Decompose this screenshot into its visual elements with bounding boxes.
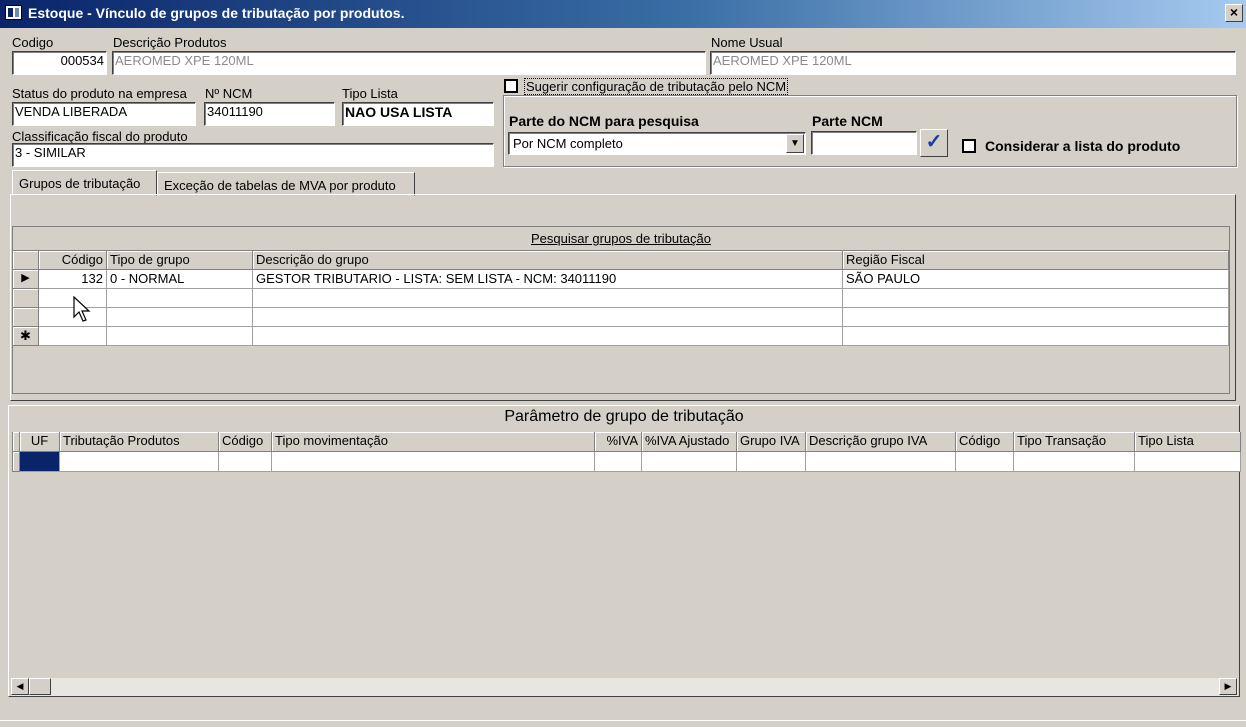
table-cell[interactable] (843, 308, 1229, 327)
parte-pesquisa-select[interactable]: Por NCM completo ▼ (508, 132, 806, 155)
new-row-indicator[interactable]: ✱ (13, 327, 39, 346)
status-field[interactable]: VENDA LIBERADA (12, 102, 196, 126)
app-icon (5, 5, 22, 20)
table-cell[interactable]: 0 - NORMAL (107, 270, 253, 289)
table-cell[interactable] (737, 452, 806, 472)
mouse-cursor-icon (73, 296, 91, 322)
column-header-tipo-movimentacao[interactable]: Tipo movimentação (272, 432, 595, 452)
table-cell[interactable] (1135, 452, 1241, 472)
table-cell[interactable] (107, 289, 253, 308)
table-cell[interactable] (219, 452, 272, 472)
column-header-iva[interactable]: %IVA (595, 432, 642, 452)
table-cell[interactable] (642, 452, 737, 472)
grupos-grid: Pesquisar grupos de tributação Código Ti… (12, 226, 1230, 394)
tab-excecao-mva[interactable]: Exceção de tabelas de MVA por produto (157, 172, 415, 196)
parametro-grid: UF Tributação Produtos Código Tipo movim… (12, 432, 1241, 472)
table-cell[interactable]: GESTOR TRIBUTARIO - LISTA: SEM LISTA - N… (253, 270, 843, 289)
scroll-right-icon[interactable]: ▶ (1219, 678, 1237, 695)
nome-usual-label: Nome Usual (711, 35, 783, 50)
table-cell[interactable] (272, 452, 595, 472)
table-cell[interactable] (60, 452, 219, 472)
column-header-tipo-transacao[interactable]: Tipo Transação (1014, 432, 1135, 452)
table-cell[interactable]: SÃO PAULO (843, 270, 1229, 289)
classificacao-label: Classificação fiscal do produto (12, 129, 188, 144)
descricao-label: Descrição Produtos (113, 35, 227, 50)
table-cell[interactable] (956, 452, 1014, 472)
close-button[interactable]: × (1225, 4, 1243, 22)
status-label: Status do produto na empresa (12, 86, 187, 101)
table-cell[interactable] (39, 327, 107, 346)
nome-usual-field[interactable]: AEROMED XPE 120ML (710, 51, 1236, 75)
status-bar (0, 720, 1246, 727)
horizontal-scrollbar[interactable]: ◀ ▶ (11, 678, 1238, 696)
grid-corner (13, 432, 20, 452)
table-cell[interactable] (253, 289, 843, 308)
table-cell[interactable] (806, 452, 956, 472)
sugerir-checkbox[interactable] (504, 79, 518, 93)
table-cell[interactable] (843, 327, 1229, 346)
column-header-tributacao-produtos[interactable]: Tributação Produtos (60, 432, 219, 452)
scroll-left-icon[interactable]: ◀ (11, 678, 29, 695)
table-cell[interactable] (1014, 452, 1135, 472)
table-cell[interactable] (253, 308, 843, 327)
column-header-tipo-grupo[interactable]: Tipo de grupo (107, 251, 253, 270)
row-header[interactable] (13, 452, 20, 472)
column-header-descricao-grupo[interactable]: Descrição do grupo (253, 251, 843, 270)
parte-pesquisa-value: Por NCM completo (513, 136, 623, 151)
column-header-grupo-iva[interactable]: Grupo IVA (737, 432, 806, 452)
window-title: Estoque - Vínculo de grupos de tributaçã… (28, 5, 405, 21)
current-row-indicator[interactable]: ▶ (13, 270, 39, 289)
column-header-uf[interactable]: UF (20, 432, 60, 452)
sugerir-label[interactable]: Sugerir configuração de tributação pelo … (524, 78, 789, 95)
considerar-label: Considerar a lista do produto (985, 138, 1181, 154)
column-header-tipo-lista[interactable]: Tipo Lista (1135, 432, 1241, 452)
table-cell[interactable]: 132 (39, 270, 107, 289)
row-header[interactable] (13, 289, 39, 308)
considerar-checkbox[interactable] (962, 139, 976, 153)
grid-corner (13, 251, 39, 270)
table-cell[interactable] (107, 308, 253, 327)
codigo-label: Codigo (12, 35, 54, 50)
chevron-down-icon[interactable]: ▼ (786, 134, 804, 153)
tipo-lista-field[interactable]: NAO USA LISTA (342, 102, 494, 126)
column-header-codigo[interactable]: Código (39, 251, 107, 270)
parametro-caption: Parâmetro de grupo de tributação (504, 408, 744, 425)
selected-cell[interactable] (20, 452, 60, 472)
tipo-lista-label: Tipo Lista (342, 86, 398, 101)
ncm-label: Nº NCM (205, 86, 253, 101)
parte-ncm-label: Parte NCM (812, 113, 883, 129)
parte-pesquisa-label: Parte do NCM para pesquisa (509, 113, 699, 129)
parte-ncm-input[interactable] (811, 131, 917, 155)
title-bar: Estoque - Vínculo de grupos de tributaçã… (0, 0, 1246, 28)
table-cell[interactable] (107, 327, 253, 346)
check-icon[interactable]: ✓ (920, 129, 948, 157)
column-header-iva-ajustado[interactable]: %IVA Ajustado (642, 432, 737, 452)
ncm-field[interactable]: 34011190 (204, 102, 335, 126)
column-header-regiao-fiscal[interactable]: Região Fiscal (843, 251, 1229, 270)
codigo-field[interactable]: 000534 (12, 51, 107, 75)
classificacao-field[interactable]: 3 - SIMILAR (12, 143, 494, 167)
grupos-grid-body: Código Tipo de grupo Descrição do grupo … (13, 251, 1229, 346)
column-header-codigo-2[interactable]: Código (956, 432, 1014, 452)
column-header-descricao-grupo-iva[interactable]: Descrição grupo IVA (806, 432, 956, 452)
descricao-field[interactable]: AEROMED XPE 120ML (112, 51, 706, 75)
scrollbar-thumb[interactable] (29, 678, 51, 695)
row-header[interactable] (13, 308, 39, 327)
grupos-grid-caption: Pesquisar grupos de tributação (13, 227, 1229, 251)
tab-grupos-tributacao[interactable]: Grupos de tributação (12, 170, 157, 196)
table-cell[interactable] (843, 289, 1229, 308)
table-cell[interactable] (253, 327, 843, 346)
table-cell[interactable] (595, 452, 642, 472)
column-header-codigo[interactable]: Código (219, 432, 272, 452)
